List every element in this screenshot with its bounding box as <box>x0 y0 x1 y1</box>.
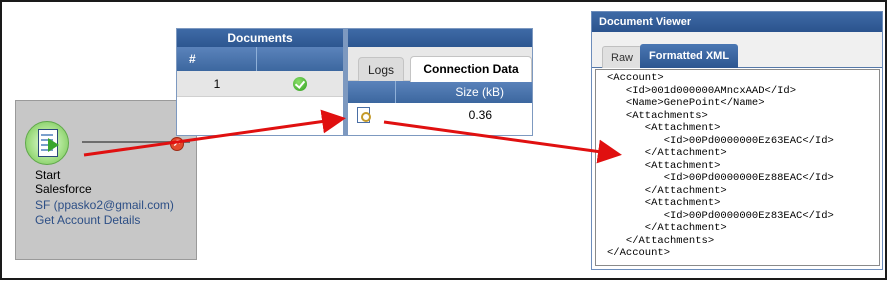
screenshot-frame: ↗ Start Salesforce SF (ppasko2@gmail.com… <box>0 0 887 280</box>
document-status <box>257 71 343 96</box>
tab-raw[interactable]: Raw <box>602 46 643 68</box>
connection-panel: Logs Connection Data Size (kB) 0.36 <box>344 28 533 136</box>
column-header-size[interactable]: Size (kB) <box>396 81 532 103</box>
document-viewer: Document Viewer Raw Formatted XML <Accou… <box>591 11 883 270</box>
xml-line: <Attachment> <box>607 122 721 134</box>
column-header-view[interactable] <box>348 81 396 103</box>
column-header-status[interactable] <box>257 47 343 71</box>
documents-panel: Documents # 1 <box>176 28 344 136</box>
tab-logs[interactable]: Logs <box>358 57 404 81</box>
table-row[interactable]: 0.36 <box>348 103 532 127</box>
xml-line: </Attachment> <box>607 222 727 234</box>
xml-line: <Name>GenePoint</Name> <box>607 97 765 109</box>
xml-line: </Account> <box>607 247 671 259</box>
xml-line: </Attachment> <box>607 147 727 159</box>
documents-title: Documents <box>177 29 343 47</box>
documents-column-header: # <box>177 47 343 71</box>
start-type: Salesforce <box>35 182 92 196</box>
xml-line: <Attachment> <box>607 197 721 209</box>
tab-connection-data[interactable]: Connection Data <box>410 56 532 82</box>
action-link[interactable]: Get Account Details <box>35 213 140 227</box>
column-header-number[interactable]: # <box>177 47 257 71</box>
start-title: Start <box>35 168 61 182</box>
document-size: 0.36 <box>468 108 492 122</box>
connection-panel-header <box>348 29 532 47</box>
xml-line: <Id>001d000000AMncxAAD</Id> <box>607 84 797 97</box>
viewer-tabs: Raw Formatted XML <box>592 32 882 68</box>
connector-error-icon[interactable]: ↗ <box>170 137 184 151</box>
xml-line: <Id>00Pd0000000Ez83EAC</Id> <box>607 209 834 222</box>
start-shape[interactable]: ↗ Start Salesforce SF (ppasko2@gmail.com… <box>15 100 197 260</box>
document-number: 1 <box>213 77 221 91</box>
play-arrow-icon <box>48 138 59 152</box>
viewer-title: Document Viewer <box>592 12 882 32</box>
tab-formatted-xml[interactable]: Formatted XML <box>640 44 739 68</box>
view-document-icon[interactable] <box>357 107 371 123</box>
success-check-icon <box>293 76 307 91</box>
xml-line: <Attachments> <box>607 109 708 122</box>
xml-line: <Account> <box>607 72 664 84</box>
table-row[interactable]: 1 <box>177 71 343 97</box>
xml-line: <Attachment> <box>607 159 721 172</box>
xml-content[interactable]: <Account> <Id>001d000000AMncxAAD</Id> <N… <box>595 69 880 266</box>
view-document-cell <box>348 103 396 127</box>
xml-line: <Id>00Pd0000000Ez88EAC</Id> <box>607 172 834 184</box>
xml-line: </Attachments> <box>607 234 715 247</box>
xml-line: </Attachment> <box>607 184 727 197</box>
connection-tabs: Logs Connection Data <box>348 47 532 82</box>
connection-column-header: Size (kB) <box>348 81 532 103</box>
start-icon[interactable] <box>25 121 69 165</box>
connection-account-link[interactable]: SF (ppasko2@gmail.com) <box>35 198 174 212</box>
xml-line: <Id>00Pd0000000Ez63EAC</Id> <box>607 134 834 147</box>
